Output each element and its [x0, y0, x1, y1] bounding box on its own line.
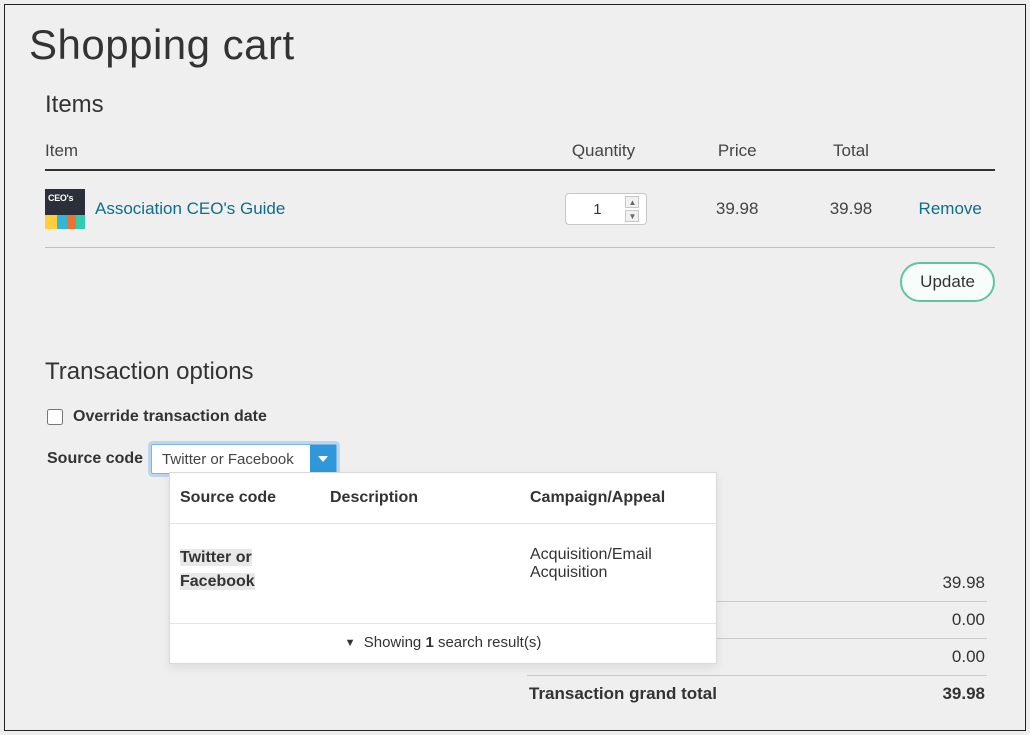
- items-table: Item Quantity Price Total Association CE…: [45, 131, 995, 248]
- chevron-down-icon: [318, 454, 328, 464]
- transaction-options-title: Transaction options: [45, 358, 1003, 386]
- col-header-price: Price: [678, 131, 797, 170]
- dropdown-footer-prefix: Showing: [364, 634, 426, 651]
- source-code-dropdown-button[interactable]: [310, 445, 336, 473]
- grand-total-label: Transaction grand total: [529, 684, 717, 704]
- dropdown-cell-description: [330, 546, 530, 595]
- page-title: Shopping cart: [29, 21, 1003, 69]
- source-code-dropdown-panel: Source code Description Campaign/Appeal …: [169, 472, 717, 664]
- source-code-input[interactable]: [152, 445, 310, 473]
- dropdown-cell-source-code: Twitter or Facebook: [180, 549, 255, 590]
- dropdown-header-description: Description: [330, 489, 530, 507]
- update-button[interactable]: Update: [900, 262, 995, 302]
- dropdown-footer: ▼ Showing 1 search result(s): [170, 624, 716, 663]
- col-header-quantity: Quantity: [529, 131, 678, 170]
- col-header-total: Total: [797, 131, 906, 170]
- dropdown-header-campaign: Campaign/Appeal: [530, 489, 706, 507]
- grand-total-value: 39.98: [942, 684, 985, 704]
- cell-total: 39.98: [797, 170, 906, 248]
- col-header-item: Item: [45, 131, 529, 170]
- dropdown-header-source-code: Source code: [180, 489, 330, 507]
- override-date-label: Override transaction date: [73, 408, 267, 426]
- stepper-down-icon[interactable]: ▼: [625, 210, 639, 222]
- dropdown-result-row[interactable]: Twitter or Facebook Acquisition/Email Ac…: [170, 524, 716, 624]
- product-thumbnail: [45, 189, 85, 229]
- override-date-row[interactable]: Override transaction date: [47, 408, 1003, 426]
- items-section-title: Items: [45, 91, 1003, 119]
- totals-line-value: 0.00: [952, 647, 985, 667]
- totals-line-value: 0.00: [952, 610, 985, 630]
- dropdown-cell-campaign: Acquisition/Email Acquisition: [530, 546, 706, 595]
- col-header-remove: [905, 131, 995, 170]
- caret-down-icon: ▼: [345, 637, 356, 649]
- source-code-label: Source code: [47, 450, 143, 468]
- product-link[interactable]: Association CEO's Guide: [95, 199, 285, 219]
- stepper-up-icon[interactable]: ▲: [625, 196, 639, 208]
- quantity-stepper[interactable]: ▲ ▼: [625, 195, 641, 223]
- dropdown-footer-suffix: search result(s): [434, 634, 542, 651]
- remove-link[interactable]: Remove: [919, 199, 982, 218]
- cell-price: 39.98: [678, 170, 797, 248]
- table-row: Association CEO's Guide ▲ ▼ 39.98 39.98: [45, 170, 995, 248]
- override-date-checkbox[interactable]: [47, 409, 63, 425]
- dropdown-footer-count: 1: [425, 634, 433, 651]
- totals-line-value: 39.98: [942, 573, 985, 593]
- source-code-combo[interactable]: [151, 444, 337, 474]
